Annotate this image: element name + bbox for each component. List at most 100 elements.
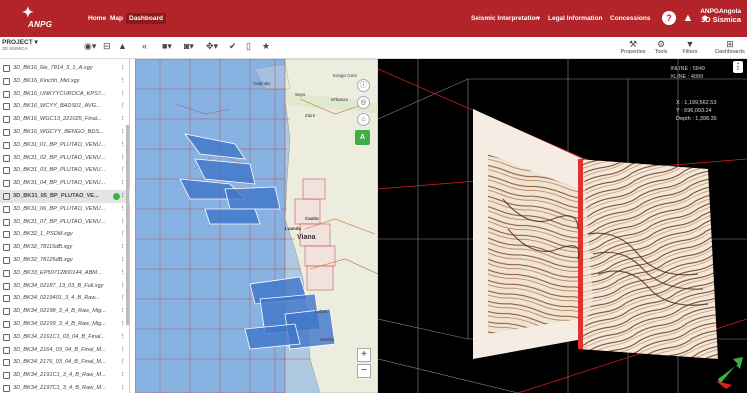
project-selector[interactable]: PROJECT ▾ 3D SISMICA [2, 38, 38, 51]
wrench-icon: ⚒ [628, 39, 638, 49]
nav-seismic-dropdown-icon[interactable]: ▾ [537, 15, 540, 22]
nav-legal-information[interactable]: Legal Information [548, 15, 603, 22]
file-list-item[interactable]: 3D_BK16_WGC13_221025_Final... ⋮ [0, 113, 130, 126]
file-list-item[interactable]: 3D_BK34_02198_3_4_B_Raw_Mig... ⋮ [0, 305, 130, 318]
file-list-item[interactable]: 3D_BK34_2161C1_03_04_B_Final... ⋮ [0, 331, 130, 344]
file-list-item[interactable]: 3D_BK33_EP50712800144_ABM... ⋮ [0, 267, 130, 280]
map-a-button[interactable]: A [355, 130, 370, 145]
item-menu-icon[interactable]: ⋮ [120, 126, 126, 139]
layers-icon[interactable]: ■▾ [162, 41, 172, 52]
file-list-item[interactable]: 3D_BK34_2164_03_04_B_Final_M... ⋮ [0, 344, 130, 357]
move-icon[interactable]: ✥▾ [206, 41, 218, 52]
map-label-caxito: Caxito [305, 216, 319, 221]
file-list-item[interactable]: 3D_BK32_78125dB.xgy ⋮ [0, 254, 130, 267]
map-layers-button[interactable]: ◎ [357, 96, 370, 109]
file-list-item[interactable]: 3D_BK16_6le_7814_3_1_A.xgy ⋮ [0, 62, 130, 75]
file-name: 3D_BK32_78125dB.xgy [13, 257, 73, 263]
zoom-in-button[interactable]: + [357, 348, 371, 362]
item-menu-icon[interactable]: ⋮ [120, 356, 126, 369]
file-list-item[interactable]: 3D_BK31_03_BP_PLUTAO_VENU... ⋮ [0, 164, 130, 177]
scrollbar[interactable] [126, 125, 129, 325]
nav-home[interactable]: Home [88, 15, 106, 22]
file-list-item[interactable]: 3D_BK34_2197C1_3_4_B_Raw_M... ⋮ [0, 382, 130, 395]
item-menu-icon[interactable]: ⋮ [120, 62, 126, 75]
item-menu-icon[interactable]: ⋮ [120, 152, 126, 165]
anpg-logo[interactable]: ✦ ANPG [10, 5, 52, 33]
file-list-item[interactable]: 3D_BK34_02187_13_03_B_Full.xgy ⋮ [0, 280, 130, 293]
item-menu-icon[interactable]: ⋮ [120, 305, 126, 318]
map-info-button[interactable]: ⓘ [357, 79, 370, 92]
nav-seismic-interpretation[interactable]: Seismic Interpretation [471, 15, 539, 22]
collapse-left-icon[interactable]: « [142, 41, 147, 51]
file-list-item[interactable]: 3D_BK32_1_PSDM.xgy ⋮ [0, 228, 130, 241]
item-menu-icon[interactable]: ⋮ [120, 190, 126, 203]
user-info[interactable]: ANPGAngola 3D Sismica [700, 8, 741, 24]
file-list-item[interactable]: 3D_BK32_78115dB.xgy ⋮ [0, 241, 130, 254]
item-menu-icon[interactable]: ⋮ [120, 241, 126, 254]
file-icon [3, 141, 10, 149]
file-list-item[interactable]: 3D_BK34_02199_3_4_B_Raw_Mig... ⋮ [0, 318, 130, 331]
folder-icon[interactable]: ⊟ [103, 41, 111, 52]
item-menu-icon[interactable]: ⋮ [120, 139, 126, 152]
nav-concessions[interactable]: Concessions [610, 15, 650, 22]
file-list-item[interactable]: 3D_BK31_04_BP_PLUTAO_VENU... ⋮ [0, 177, 130, 190]
map-view[interactable]: Kongo Cent Zaire M'banza Cabinda Soyo Ca… [135, 59, 378, 393]
item-menu-icon[interactable]: ⋮ [120, 203, 126, 216]
item-menu-icon[interactable]: ⋮ [120, 113, 126, 126]
dashboards-button[interactable]: ⊞ Dashboards [714, 39, 746, 55]
file-icon [3, 244, 10, 252]
item-menu-icon[interactable]: ⋮ [120, 88, 126, 101]
nav-dashboard[interactable]: Dashboard [126, 13, 166, 24]
item-menu-icon[interactable]: ⋮ [120, 331, 126, 344]
item-menu-icon[interactable]: ⋮ [120, 75, 126, 88]
file-list-item[interactable]: 3D_BK16_WCYY_BADS01_AVG... ⋮ [0, 100, 130, 113]
file-list-item[interactable]: 3D_BK31_07_BP_PLUTAO_VENU... ⋮ [0, 216, 130, 229]
active-status-icon [113, 193, 120, 200]
seismic-3d-view[interactable]: INLINE : 5849 XLINE : 4099 X : 1,199,562… [378, 59, 747, 393]
more-options-icon[interactable]: ⋮ [733, 61, 743, 73]
filters-button[interactable]: ▼ Filters [677, 39, 703, 55]
camera-icon[interactable]: ◙▾ [184, 41, 194, 52]
item-menu-icon[interactable]: ⋮ [120, 369, 126, 382]
file-list-item[interactable]: 3D_BK16_WGCYY_BENGO_BDS... ⋮ [0, 126, 130, 139]
trash-icon[interactable]: ▯ [246, 41, 251, 52]
zoom-out-button[interactable]: − [357, 364, 371, 378]
eye-toggle-icon[interactable]: ◉▾ [84, 41, 96, 52]
map-home-button[interactable]: ⌂ [357, 113, 370, 126]
item-menu-icon[interactable]: ⋮ [120, 344, 126, 357]
file-name: 3D_BK34_0219401_3_4_B_Raw... [13, 295, 100, 302]
item-menu-icon[interactable]: ⋮ [120, 216, 126, 229]
file-list-item[interactable]: 3D_BK16_UNKYYCUROCA_KPS7... ⋮ [0, 88, 130, 101]
nav-map[interactable]: Map [110, 15, 123, 22]
item-menu-icon[interactable]: ⋮ [120, 280, 126, 293]
item-menu-icon[interactable]: ⋮ [120, 164, 126, 177]
file-list-item[interactable]: 3D_BK31_01_BP_PLUTAO_VENU... ⋮ [0, 139, 130, 152]
file-icon [3, 231, 10, 239]
star-icon[interactable]: ★ [262, 41, 270, 52]
item-menu-icon[interactable]: ⋮ [120, 267, 126, 280]
check-icon[interactable]: ✔ [229, 41, 237, 52]
item-menu-icon[interactable]: ⋮ [120, 228, 126, 241]
item-menu-icon[interactable]: ⋮ [120, 292, 126, 305]
file-list-item[interactable]: 3D_BK31_06_BP_PLUTAO_VENU... ⋮ [0, 203, 130, 216]
file-list-item[interactable]: 3D_BK16_Kinchh_Mid.xgy ⋮ [0, 75, 130, 88]
tools-button[interactable]: ⚙ Tools [648, 39, 674, 55]
file-list-item[interactable]: 3D_BK34_2191C1_3_4_B_Raw_M... ⋮ [0, 369, 130, 382]
file-name: 3D_BK34_02187_13_03_B_Full.xgy [13, 282, 104, 289]
item-menu-icon[interactable]: ⋮ [120, 382, 126, 395]
item-menu-icon[interactable]: ⋮ [120, 177, 126, 190]
file-list-item[interactable]: 3D_BK34_2176_03_04_B_Final_M... ⋮ [0, 356, 130, 369]
help-icon[interactable]: ? [662, 11, 676, 25]
depth-label: Depth [676, 116, 691, 122]
map-label-mbanza: M'banza [331, 97, 348, 102]
file-list-item[interactable]: 3D_BK31_05_BP_PLUTAO_VE... ⋮ [0, 190, 130, 203]
file-list-item[interactable]: 3D_BK34_0219401_3_4_B_Raw... ⋮ [0, 292, 130, 305]
item-menu-icon[interactable]: ⋮ [120, 254, 126, 267]
file-name: 3D_BK31_05_BP_PLUTAO_VE... [13, 193, 99, 199]
item-menu-icon[interactable]: ⋮ [120, 318, 126, 331]
properties-button[interactable]: ⚒ Properties [620, 39, 646, 55]
item-menu-icon[interactable]: ⋮ [120, 100, 126, 113]
file-list-item[interactable]: 3D_BK31_02_BP_PLUTAO_VENU... ⋮ [0, 152, 130, 165]
collapse-up-icon[interactable]: ▲ [118, 41, 127, 51]
bell-icon[interactable]: ▲ [681, 11, 695, 25]
